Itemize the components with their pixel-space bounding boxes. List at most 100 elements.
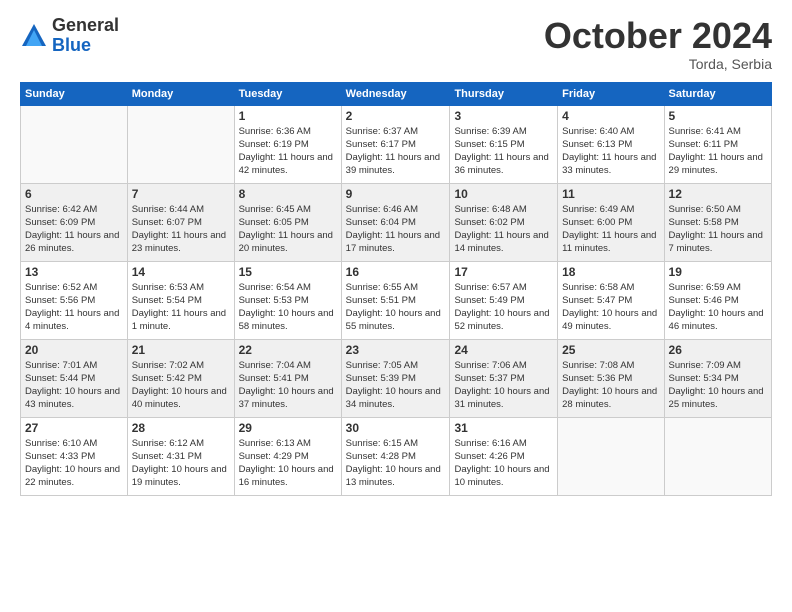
table-row: 23Sunrise: 7:05 AM Sunset: 5:39 PM Dayli… bbox=[341, 339, 450, 417]
calendar-week-row: 1Sunrise: 6:36 AM Sunset: 6:19 PM Daylig… bbox=[21, 105, 772, 183]
table-row: 30 Sunrise: 6:15 AM Sunset: 4:28 PM Dayli… bbox=[341, 417, 450, 495]
day-number: 16 bbox=[346, 265, 446, 279]
table-row: 28 Sunrise: 6:12 AM Sunset: 4:31 PM Dayli… bbox=[127, 417, 234, 495]
day-info: Sunrise: 6:16 AM Sunset: 4:26 PM Dayligh… bbox=[454, 437, 553, 490]
table-row: 8 Sunrise: 6:45 AM Sunset: 6:05 PM Daylig… bbox=[234, 183, 341, 261]
calendar-week-row: 20 Sunrise: 7:01 AM Sunset: 5:44 PM Dayli… bbox=[21, 339, 772, 417]
day-info: Sunrise: 6:55 AM Sunset: 5:51 PM Dayligh… bbox=[346, 281, 446, 334]
day-info: Sunrise: 6:46 AM Sunset: 6:04 PM Dayligh… bbox=[346, 203, 446, 256]
table-row: 7Sunrise: 6:44 AM Sunset: 6:07 PM Daylig… bbox=[127, 183, 234, 261]
day-info: Sunrise: 6:59 AM Sunset: 5:46 PM Dayligh… bbox=[669, 281, 767, 334]
day-number: 22 bbox=[239, 343, 337, 357]
day-info: Sunrise: 7:05 AM Sunset: 5:39 PM Dayligh… bbox=[346, 359, 446, 412]
day-number: 2 bbox=[346, 109, 446, 123]
table-row: 1Sunrise: 6:36 AM Sunset: 6:19 PM Daylig… bbox=[234, 105, 341, 183]
month-title: October 2024 bbox=[544, 16, 772, 56]
day-number: 18 bbox=[562, 265, 659, 279]
location: Torda, Serbia bbox=[544, 56, 772, 72]
day-info: Sunrise: 6:49 AM Sunset: 6:00 PM Dayligh… bbox=[562, 203, 659, 256]
day-info: Sunrise: 6:58 AM Sunset: 5:47 PM Dayligh… bbox=[562, 281, 659, 334]
table-row: 26 Sunrise: 7:09 AM Sunset: 5:34 PM Dayli… bbox=[664, 339, 771, 417]
table-row: 12 Sunrise: 6:50 AM Sunset: 5:58 PM Dayli… bbox=[664, 183, 771, 261]
table-row: 13 Sunrise: 6:52 AM Sunset: 5:56 PM Dayli… bbox=[21, 261, 128, 339]
table-row bbox=[664, 417, 771, 495]
table-row bbox=[21, 105, 128, 183]
day-info: Sunrise: 6:13 AM Sunset: 4:29 PM Dayligh… bbox=[239, 437, 337, 490]
logo-blue-text: Blue bbox=[52, 36, 119, 56]
table-row: 25Sunrise: 7:08 AM Sunset: 5:36 PM Dayli… bbox=[558, 339, 664, 417]
table-row: 21Sunrise: 7:02 AM Sunset: 5:42 PM Dayli… bbox=[127, 339, 234, 417]
table-row bbox=[127, 105, 234, 183]
table-row: 27Sunrise: 6:10 AM Sunset: 4:33 PM Dayli… bbox=[21, 417, 128, 495]
day-number: 19 bbox=[669, 265, 767, 279]
day-info: Sunrise: 7:02 AM Sunset: 5:42 PM Dayligh… bbox=[132, 359, 230, 412]
day-info: Sunrise: 6:40 AM Sunset: 6:13 PM Dayligh… bbox=[562, 125, 659, 178]
table-row: 4 Sunrise: 6:40 AM Sunset: 6:13 PM Daylig… bbox=[558, 105, 664, 183]
table-row: 16 Sunrise: 6:55 AM Sunset: 5:51 PM Dayli… bbox=[341, 261, 450, 339]
day-info: Sunrise: 7:01 AM Sunset: 5:44 PM Dayligh… bbox=[25, 359, 123, 412]
day-info: Sunrise: 7:09 AM Sunset: 5:34 PM Dayligh… bbox=[669, 359, 767, 412]
header-thursday: Thursday bbox=[450, 82, 558, 105]
day-info: Sunrise: 6:37 AM Sunset: 6:17 PM Dayligh… bbox=[346, 125, 446, 178]
day-info: Sunrise: 6:39 AM Sunset: 6:15 PM Dayligh… bbox=[454, 125, 553, 178]
table-row: 29 Sunrise: 6:13 AM Sunset: 4:29 PM Dayli… bbox=[234, 417, 341, 495]
day-number: 6 bbox=[25, 187, 123, 201]
table-row: 17 Sunrise: 6:57 AM Sunset: 5:49 PM Dayli… bbox=[450, 261, 558, 339]
day-info: Sunrise: 6:57 AM Sunset: 5:49 PM Dayligh… bbox=[454, 281, 553, 334]
title-section: October 2024 Torda, Serbia bbox=[544, 16, 772, 72]
calendar: Sunday Monday Tuesday Wednesday Thursday… bbox=[20, 82, 772, 496]
day-info: Sunrise: 6:50 AM Sunset: 5:58 PM Dayligh… bbox=[669, 203, 767, 256]
day-number: 3 bbox=[454, 109, 553, 123]
day-info: Sunrise: 6:42 AM Sunset: 6:09 PM Dayligh… bbox=[25, 203, 123, 256]
day-number: 27 bbox=[25, 421, 123, 435]
table-row bbox=[558, 417, 664, 495]
header-tuesday: Tuesday bbox=[234, 82, 341, 105]
day-number: 1 bbox=[239, 109, 337, 123]
calendar-week-row: 27Sunrise: 6:10 AM Sunset: 4:33 PM Dayli… bbox=[21, 417, 772, 495]
logo-general-text: General bbox=[52, 16, 119, 36]
calendar-week-row: 6 Sunrise: 6:42 AM Sunset: 6:09 PM Daylig… bbox=[21, 183, 772, 261]
table-row: 11 Sunrise: 6:49 AM Sunset: 6:00 PM Dayli… bbox=[558, 183, 664, 261]
day-info: Sunrise: 6:15 AM Sunset: 4:28 PM Dayligh… bbox=[346, 437, 446, 490]
day-info: Sunrise: 7:06 AM Sunset: 5:37 PM Dayligh… bbox=[454, 359, 553, 412]
table-row: 31 Sunrise: 6:16 AM Sunset: 4:26 PM Dayli… bbox=[450, 417, 558, 495]
day-number: 28 bbox=[132, 421, 230, 435]
day-number: 8 bbox=[239, 187, 337, 201]
header-friday: Friday bbox=[558, 82, 664, 105]
table-row: 22 Sunrise: 7:04 AM Sunset: 5:41 PM Dayli… bbox=[234, 339, 341, 417]
table-row: 3 Sunrise: 6:39 AM Sunset: 6:15 PM Daylig… bbox=[450, 105, 558, 183]
day-number: 29 bbox=[239, 421, 337, 435]
table-row: 24Sunrise: 7:06 AM Sunset: 5:37 PM Dayli… bbox=[450, 339, 558, 417]
logo: General Blue bbox=[20, 16, 119, 56]
day-number: 10 bbox=[454, 187, 553, 201]
day-info: Sunrise: 7:08 AM Sunset: 5:36 PM Dayligh… bbox=[562, 359, 659, 412]
day-number: 17 bbox=[454, 265, 553, 279]
day-info: Sunrise: 6:45 AM Sunset: 6:05 PM Dayligh… bbox=[239, 203, 337, 256]
day-info: Sunrise: 7:04 AM Sunset: 5:41 PM Dayligh… bbox=[239, 359, 337, 412]
header-sunday: Sunday bbox=[21, 82, 128, 105]
day-number: 31 bbox=[454, 421, 553, 435]
day-info: Sunrise: 6:41 AM Sunset: 6:11 PM Dayligh… bbox=[669, 125, 767, 178]
day-number: 7 bbox=[132, 187, 230, 201]
day-number: 20 bbox=[25, 343, 123, 357]
day-number: 12 bbox=[669, 187, 767, 201]
day-number: 9 bbox=[346, 187, 446, 201]
day-number: 13 bbox=[25, 265, 123, 279]
table-row: 20 Sunrise: 7:01 AM Sunset: 5:44 PM Dayli… bbox=[21, 339, 128, 417]
day-number: 4 bbox=[562, 109, 659, 123]
day-info: Sunrise: 6:52 AM Sunset: 5:56 PM Dayligh… bbox=[25, 281, 123, 334]
day-number: 14 bbox=[132, 265, 230, 279]
day-number: 11 bbox=[562, 187, 659, 201]
header-wednesday: Wednesday bbox=[341, 82, 450, 105]
table-row: 5Sunrise: 6:41 AM Sunset: 6:11 PM Daylig… bbox=[664, 105, 771, 183]
day-info: Sunrise: 6:12 AM Sunset: 4:31 PM Dayligh… bbox=[132, 437, 230, 490]
table-row: 6 Sunrise: 6:42 AM Sunset: 6:09 PM Daylig… bbox=[21, 183, 128, 261]
table-row: 15Sunrise: 6:54 AM Sunset: 5:53 PM Dayli… bbox=[234, 261, 341, 339]
day-number: 30 bbox=[346, 421, 446, 435]
day-number: 15 bbox=[239, 265, 337, 279]
day-info: Sunrise: 6:48 AM Sunset: 6:02 PM Dayligh… bbox=[454, 203, 553, 256]
table-row: 14Sunrise: 6:53 AM Sunset: 5:54 PM Dayli… bbox=[127, 261, 234, 339]
table-row: 19 Sunrise: 6:59 AM Sunset: 5:46 PM Dayli… bbox=[664, 261, 771, 339]
day-number: 26 bbox=[669, 343, 767, 357]
table-row: 9 Sunrise: 6:46 AM Sunset: 6:04 PM Daylig… bbox=[341, 183, 450, 261]
